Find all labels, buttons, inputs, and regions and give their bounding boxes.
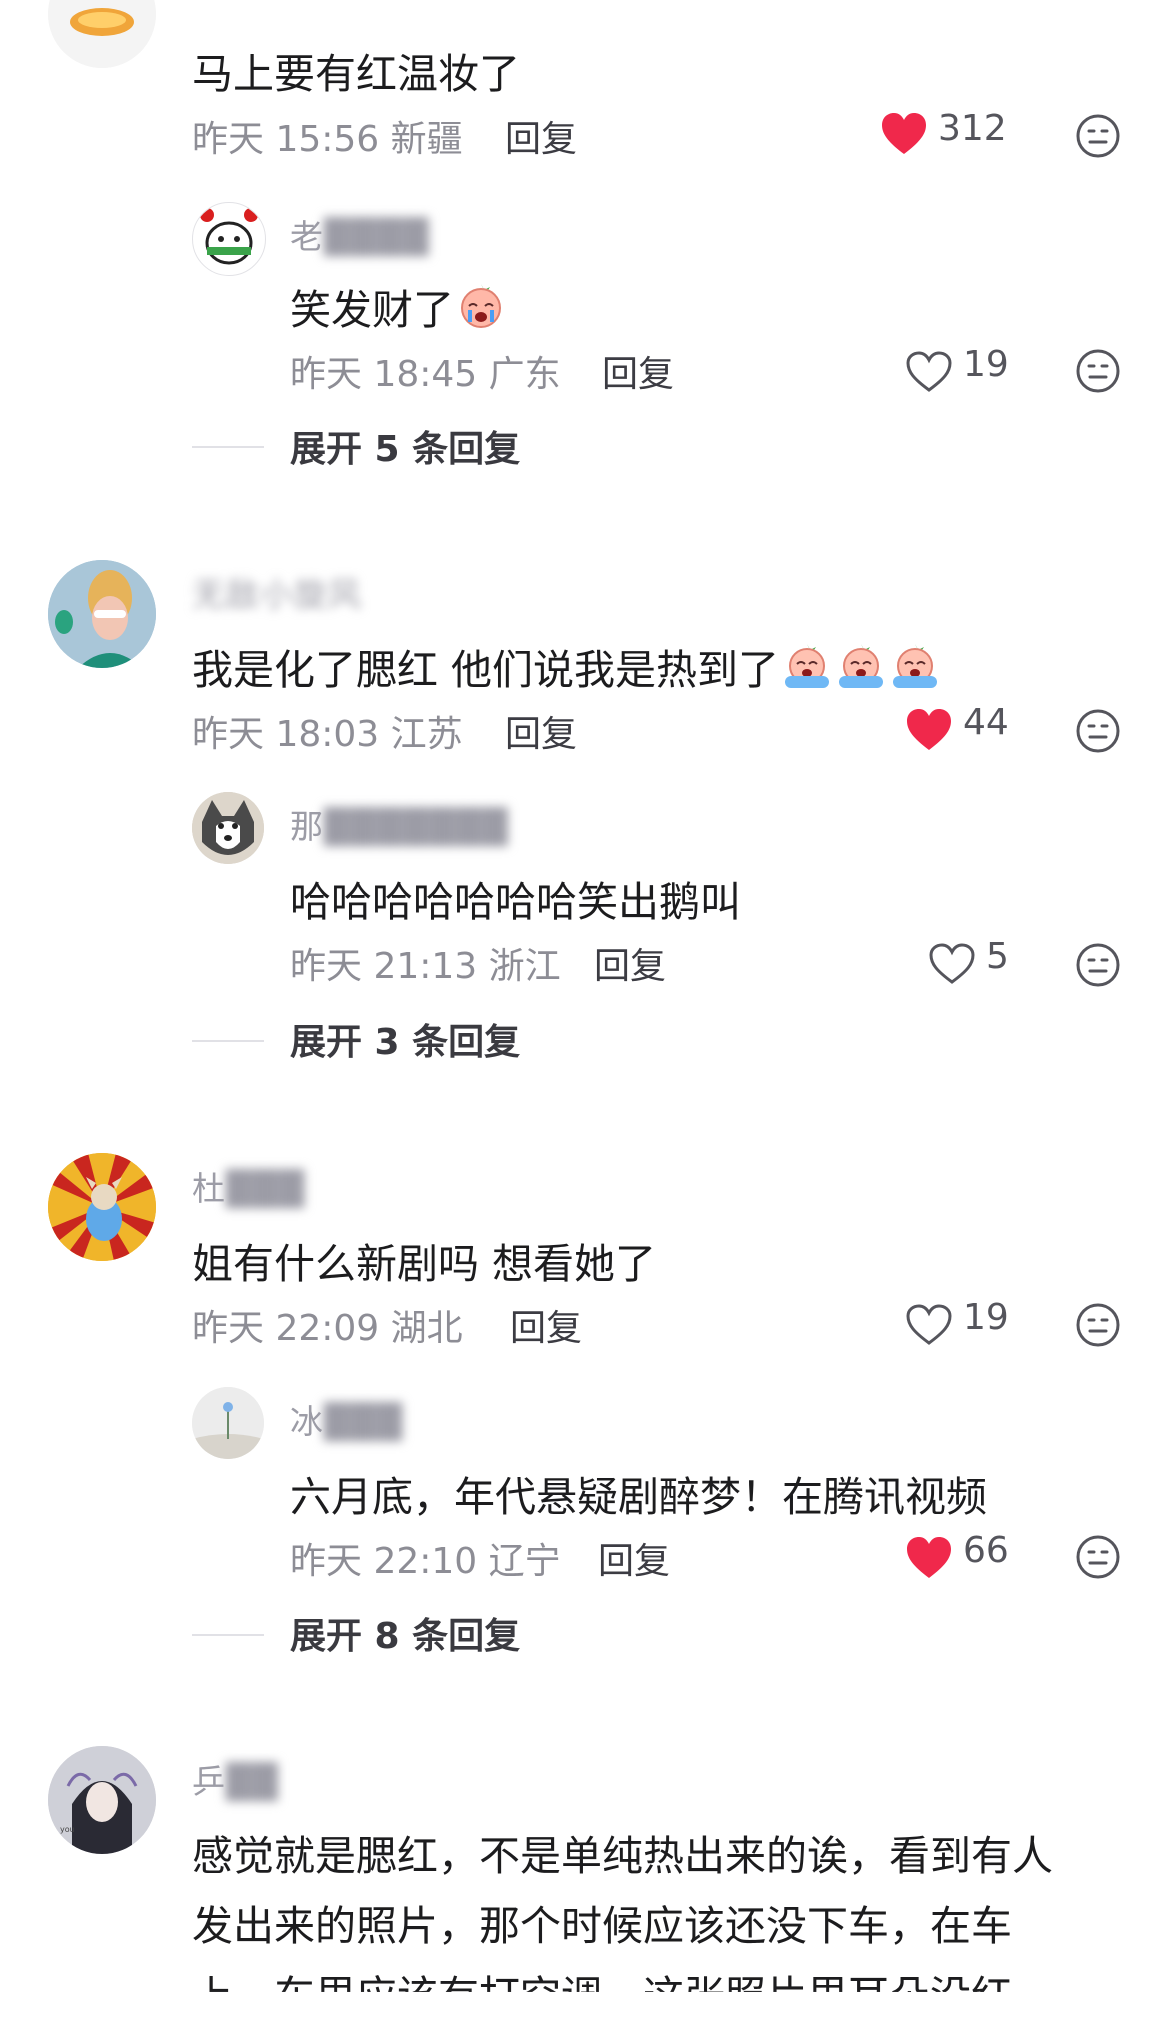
dislike-face-icon[interactable]	[1075, 942, 1121, 988]
reply-text: 笑发财了	[290, 276, 506, 336]
like-count: 44	[963, 702, 1009, 743]
like-count: 66	[963, 1530, 1009, 1571]
reply-meta: 昨天 18:45 广东	[290, 354, 561, 395]
like-count: 5	[986, 936, 1009, 977]
user-name[interactable]: 杜███	[192, 1162, 305, 1210]
user-name-text: 乒	[192, 1762, 226, 1801]
dislike-face-icon[interactable]	[1075, 113, 1121, 159]
reply-button[interactable]: 回复	[505, 110, 577, 162]
avatar[interactable]	[192, 1387, 264, 1459]
user-name[interactable]: 无敌小旋风	[192, 568, 362, 616]
avatar[interactable]	[48, 0, 156, 68]
name-redaction: ███	[226, 1169, 306, 1208]
name-redaction: ████	[324, 217, 430, 256]
name-redaction: ███████	[324, 807, 509, 846]
user-name[interactable]: 乒██	[192, 1755, 279, 1803]
expand-replies-button[interactable]: 展开 8 条回复	[290, 1607, 520, 1659]
heart-outline-icon[interactable]	[928, 942, 976, 986]
like-count: 19	[963, 1297, 1009, 1338]
expand-replies-button[interactable]: 展开 3 条回复	[290, 1013, 520, 1065]
name-redaction: ███	[324, 1402, 404, 1441]
avatar[interactable]	[192, 202, 266, 276]
reply-user-name[interactable]: 老████	[290, 210, 430, 258]
reply-user-name-text: 冰	[290, 1402, 324, 1441]
reply-meta: 昨天 21:13 浙江	[290, 946, 561, 987]
comment-text: 我是化了腮红 他们说我是热到了	[192, 636, 941, 696]
reply-button[interactable]: 回复	[598, 1532, 670, 1584]
reply-button[interactable]: 回复	[602, 345, 674, 397]
comment-text-line-1: 感觉就是腮红，不是单纯热出来的诶，看到有人	[192, 1832, 1053, 1880]
name-redaction: ██	[226, 1762, 279, 1801]
like-count: 19	[963, 344, 1009, 385]
reply-button[interactable]: 回复	[510, 1299, 582, 1351]
dislike-face-icon[interactable]	[1075, 1534, 1121, 1580]
avatar[interactable]	[48, 1153, 156, 1261]
reply-text: 哈哈哈哈哈哈哈笑出鹅叫	[290, 878, 741, 926]
avatar[interactable]	[48, 560, 156, 668]
expand-replies-button[interactable]: 展开 5 条回复	[290, 420, 520, 472]
comment-text-content: 我是化了腮红 他们说我是热到了	[192, 646, 780, 694]
comment-meta: 昨天 15:56 新疆	[192, 119, 463, 160]
comment-meta: 昨天 18:03 江苏	[192, 714, 463, 755]
heart-outline-icon[interactable]	[905, 1303, 953, 1347]
reply-user-name[interactable]: 冰███	[290, 1395, 403, 1443]
avatar[interactable]: you	[48, 1746, 156, 1854]
reply-meta: 昨天 22:10 辽宁	[290, 1541, 561, 1582]
crying-peach-emoji-icon	[839, 644, 884, 688]
heart-filled-icon[interactable]	[905, 708, 953, 752]
expand-divider	[192, 446, 264, 448]
crying-peach-emoji-icon	[785, 644, 830, 688]
like-count: 312	[938, 108, 1007, 149]
reply-button[interactable]: 回复	[505, 705, 577, 757]
heart-filled-icon[interactable]	[905, 1536, 953, 1580]
comment-meta: 昨天 22:09 湖北	[192, 1308, 463, 1349]
crying-peach-emoji-icon	[893, 644, 938, 688]
comment-text-line-3: 上，车里应该有打空调，这张照片里耳朵没红	[192, 1962, 1012, 1992]
comment-text: 马上要有红温妆了	[192, 50, 520, 98]
reply-button[interactable]: 回复	[594, 937, 666, 989]
bottom-fade	[0, 1990, 1170, 2025]
reply-user-name-text: 那	[290, 807, 324, 846]
dislike-face-icon[interactable]	[1075, 708, 1121, 754]
reply-text: 六月底，年代悬疑剧醉梦！在腾讯视频	[290, 1473, 987, 1521]
avatar[interactable]	[192, 792, 264, 864]
expand-divider	[192, 1040, 264, 1042]
reply-user-name-text: 老	[290, 217, 324, 256]
reply-text-content: 笑发财了	[290, 286, 454, 334]
comment-text-line-2: 发出来的照片，那个时候应该还没下车，在车	[192, 1902, 1012, 1950]
comment-text: 姐有什么新剧吗 想看她了	[192, 1240, 657, 1288]
expand-divider	[192, 1634, 264, 1636]
svg-text:you: you	[60, 1825, 75, 1834]
user-name-text: 杜	[192, 1169, 226, 1208]
dislike-face-icon[interactable]	[1075, 1302, 1121, 1348]
heart-filled-icon[interactable]	[880, 112, 928, 156]
reply-user-name[interactable]: 那███████	[290, 800, 509, 848]
crying-peach-emoji-icon	[461, 284, 501, 328]
heart-outline-icon[interactable]	[905, 350, 953, 394]
dislike-face-icon[interactable]	[1075, 348, 1121, 394]
